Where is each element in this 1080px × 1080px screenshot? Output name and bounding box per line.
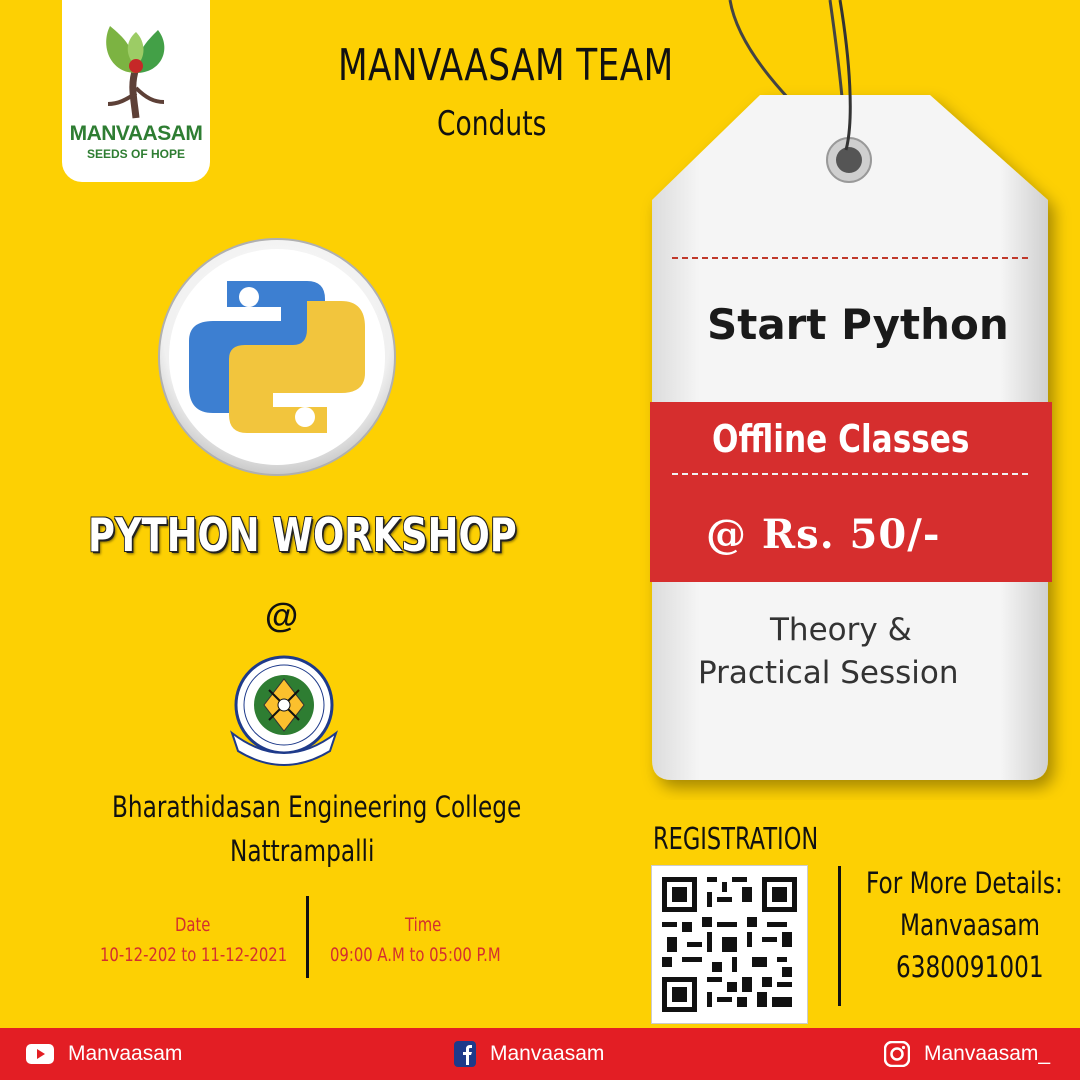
qr-code-icon [662,877,797,1012]
logo-tagline: SEEDS OF HOPE [86,147,186,161]
manvaasam-logo[interactable]: MANVAASAM SEEDS OF HOPE [62,0,210,182]
contact-heading: For More Details: [866,866,1063,900]
price-tag: Start Python Offline Classes @ Rs. 50/- … [640,0,1080,800]
instagram-icon [884,1041,910,1067]
workshop-title: PYTHON WORKSHOP [88,508,517,562]
at-sign: @ [265,597,299,635]
tree-logo-icon [106,26,165,119]
youtube-label: Manvaasam [68,1042,183,1065]
schedule-divider [306,896,309,978]
poster: MANVAASAM SEEDS OF HOPE MANVAASAM TEAM C… [0,0,1080,1080]
social-footer: Manvaasam Manvaasam Manvaasam_ [0,1028,1080,1080]
college-name: Bharathidasan Engineering College [112,790,522,824]
college-town: Nattrampalli [230,834,375,868]
facebook-label: Manvaasam [490,1042,605,1065]
tag-heading: Start Python [707,300,1009,349]
tag-mode: Offline Classes [712,417,970,461]
tag-session-line2: Practical Session [698,655,959,691]
tag-price: @ Rs. 50/- [706,511,941,558]
logo-name: MANVAASAM [69,122,203,145]
youtube-link[interactable]: Manvaasam [26,1028,182,1080]
python-logo-icon [158,238,396,476]
youtube-icon [26,1044,54,1064]
conducts-subtitle: Conduts [437,104,547,144]
instagram-label: Manvaasam_ [924,1042,1051,1065]
facebook-link[interactable]: Manvaasam [454,1028,604,1080]
contact-name: Manvaasam [900,908,1041,942]
registration-label: REGISTRATION [653,822,819,857]
team-heading: MANVAASAM TEAM [338,40,674,91]
registration-qr-code[interactable] [651,865,808,1024]
time-value: 09:00 A.M to 05:00 P.M [330,944,501,966]
contact-phone[interactable]: 6380091001 [896,950,1044,984]
instagram-link[interactable]: Manvaasam_ [884,1028,1050,1080]
contact-divider [838,866,841,1006]
facebook-icon [454,1041,476,1067]
college-emblem-icon [230,655,338,766]
date-label: Date [175,914,211,936]
date-value: 10-12-202 to 11-12-2021 [100,944,288,966]
time-label: Time [405,914,442,936]
tag-session-line1: Theory & [770,612,912,648]
